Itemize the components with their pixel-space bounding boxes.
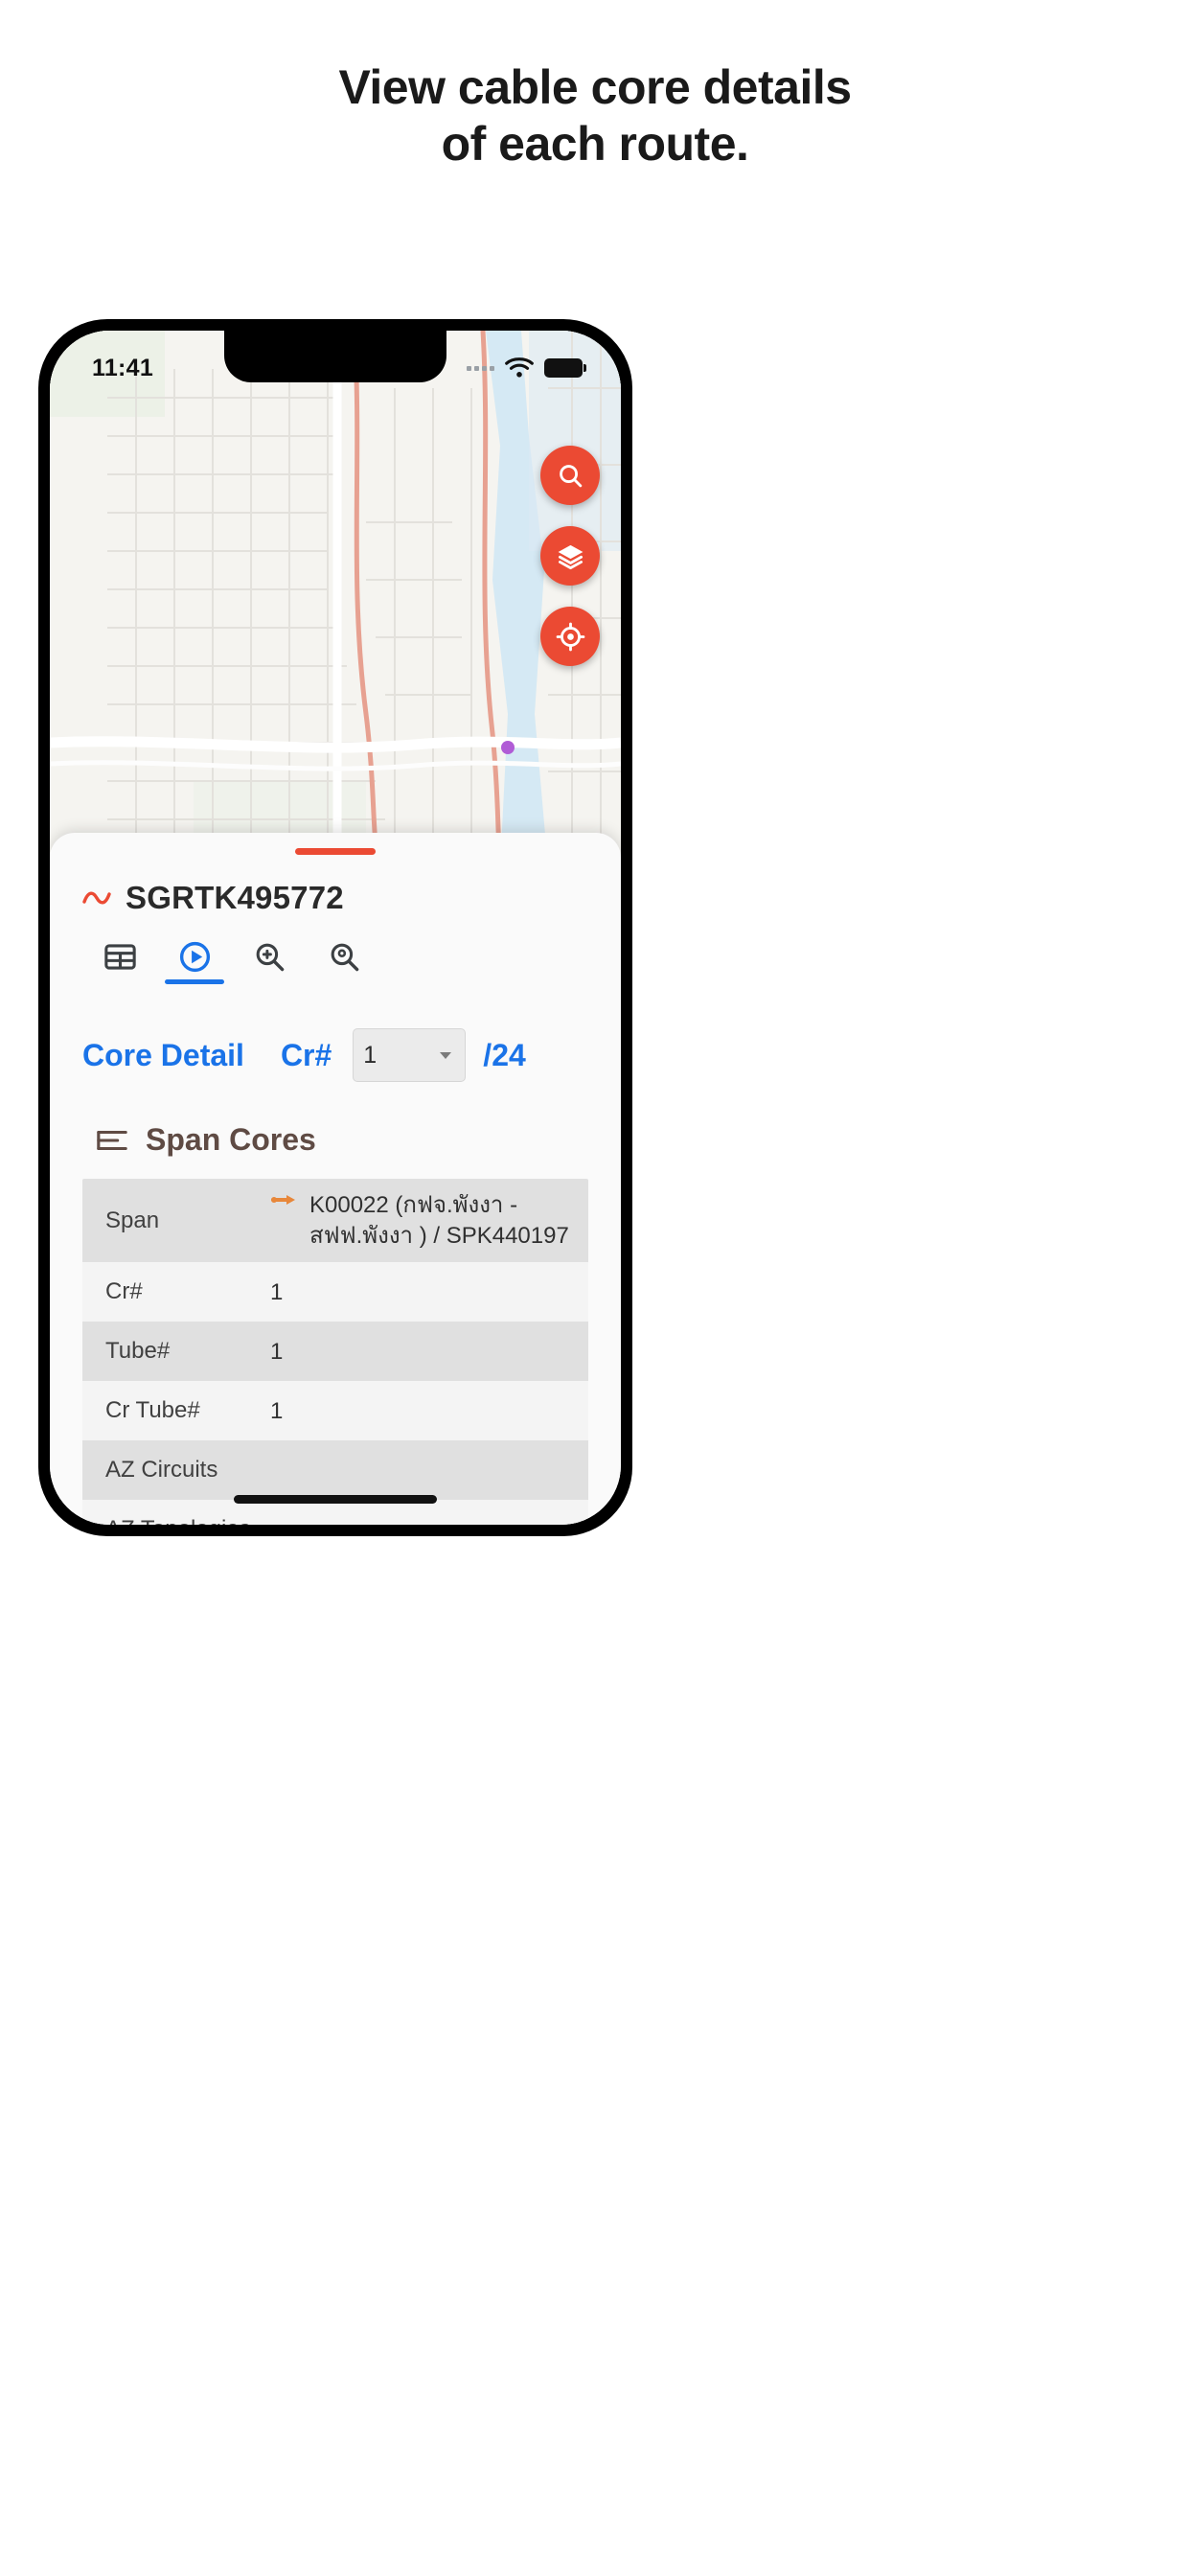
route-header: SGRTK495772 [50, 855, 621, 916]
row-value-text: 1 [270, 1338, 284, 1365]
phone-mockup: 11:41 SGRTK495772 Core Detail Cr# 1 /24 … [38, 319, 632, 1536]
cr-total-label: /24 [483, 1037, 526, 1072]
core-detail-label: Core Detail [82, 1037, 244, 1072]
list-lines-icon [97, 1130, 127, 1150]
phone-screen: 11:41 SGRTK495772 Core Detail Cr# 1 /24 … [50, 331, 621, 1525]
span-arrow-icon [270, 1190, 297, 1208]
play-circle-icon [179, 941, 210, 973]
tab-zoom-in[interactable] [232, 939, 307, 984]
row-key: Cr Tube# [105, 1397, 200, 1424]
table-grid-icon [103, 944, 136, 970]
map-action-buttons [540, 446, 600, 666]
row-value: 1 [270, 1396, 588, 1427]
zoom-in-icon [256, 943, 284, 972]
span-cores-table: Span K00022 (กฟจ.พังงา - สฟฟ.พังงา ) / S… [82, 1179, 588, 1525]
search-icon [559, 464, 582, 487]
signal-dots-icon [467, 365, 494, 371]
cr-number-label: Cr# [280, 1037, 332, 1072]
tab-search-location[interactable] [307, 939, 381, 984]
page-title-line-1: View cable core details [338, 60, 852, 114]
chevron-down-icon [440, 1052, 452, 1059]
home-indicator[interactable] [234, 1495, 437, 1504]
phone-notch [224, 331, 446, 382]
search-location-icon [331, 943, 358, 972]
route-title: SGRTK495772 [126, 880, 344, 915]
row-key: Span [105, 1207, 160, 1233]
status-time: 11:41 [92, 354, 154, 381]
battery-full-icon [544, 358, 586, 378]
row-value: 1 [270, 1337, 588, 1368]
phone-frame: 11:41 SGRTK495772 Core Detail Cr# 1 /24 … [38, 319, 632, 1536]
span-cores-header: Span Cores [50, 1082, 621, 1158]
layers-fab-button[interactable] [540, 526, 600, 586]
row-key: Cr# [105, 1278, 143, 1305]
page-title-line-2: of each route. [441, 117, 749, 171]
detail-tab-bar [50, 916, 621, 984]
cr-number-value: 1 [363, 1041, 378, 1069]
wifi-icon [505, 357, 534, 378]
row-value: K00022 (กฟจ.พังงา - สฟฟ.พังงา ) / SPK440… [270, 1190, 588, 1251]
detail-bottom-sheet: SGRTK495772 Core Detail Cr# 1 /24 Span C… [50, 833, 621, 1525]
table-row[interactable]: Span K00022 (กฟจ.พังงา - สฟฟ.พังงา ) / S… [82, 1179, 588, 1263]
row-value-text: 1 [270, 1278, 284, 1305]
tab-core-detail[interactable] [157, 939, 232, 984]
page-title: View cable core details of each route. [0, 0, 1190, 172]
table-row[interactable]: Cr Tube# 1 [82, 1381, 588, 1441]
tab-table[interactable] [82, 939, 157, 984]
row-value-text: K00022 (กฟจ.พังงา - สฟฟ.พังงา ) / SPK440… [309, 1192, 569, 1249]
row-value: 1 [270, 1277, 588, 1308]
table-row[interactable]: Cr# 1 [82, 1262, 588, 1322]
map-view[interactable] [50, 331, 621, 867]
row-key: Tube# [105, 1338, 171, 1365]
table-row[interactable]: AZ Circuits [82, 1440, 588, 1501]
route-wave-icon [82, 891, 111, 905]
span-cores-title: Span Cores [146, 1122, 316, 1157]
table-row[interactable]: Tube# 1 [82, 1322, 588, 1382]
core-detail-controls: Core Detail Cr# 1 /24 [50, 984, 621, 1082]
my-location-icon [556, 622, 584, 651]
status-indicators [467, 356, 586, 380]
tab-active-indicator [165, 979, 224, 984]
cr-number-select[interactable]: 1 [353, 1028, 467, 1082]
table-row[interactable]: AZ Topologies [82, 1500, 588, 1525]
row-key: AZ Topologies [82, 1516, 270, 1525]
layers-icon [558, 544, 583, 569]
search-fab-button[interactable] [540, 446, 600, 505]
locate-fab-button[interactable] [540, 607, 600, 666]
sheet-drag-handle[interactable] [295, 848, 376, 855]
row-value-text: 1 [270, 1397, 284, 1424]
row-key: AZ Circuits [105, 1457, 218, 1484]
map-canvas [50, 331, 621, 867]
